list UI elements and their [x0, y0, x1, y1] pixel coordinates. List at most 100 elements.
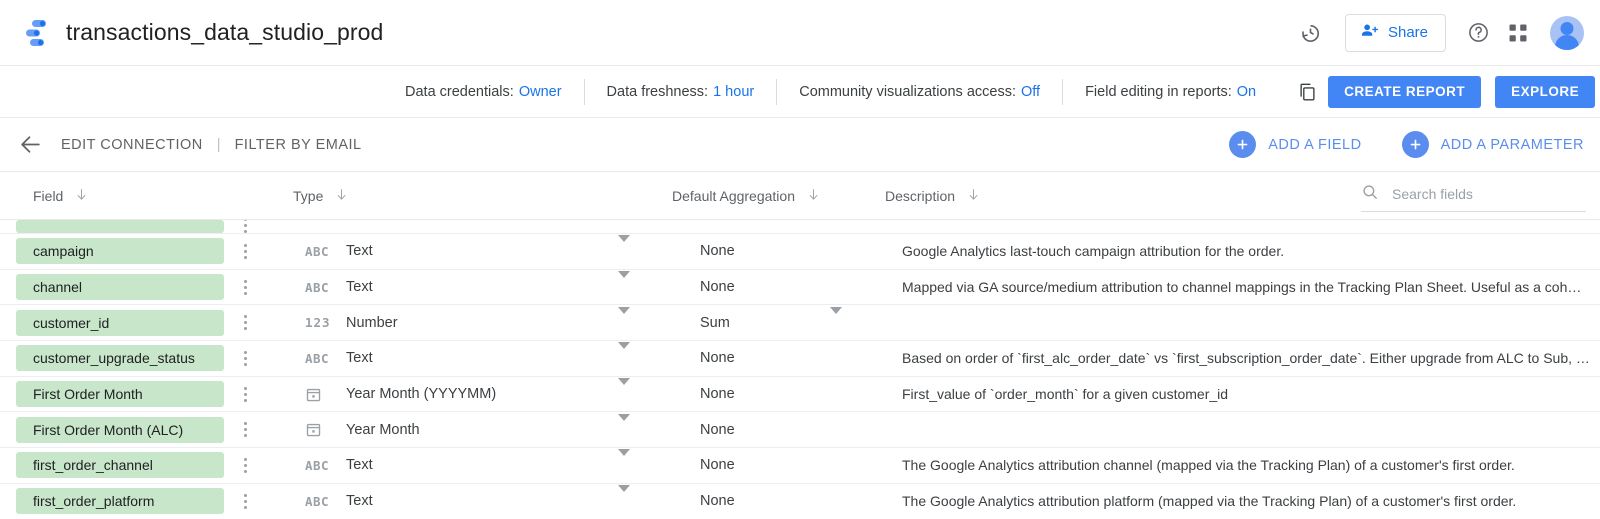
field-type-value[interactable]: Text — [346, 457, 373, 473]
back-arrow-icon[interactable] — [18, 132, 43, 157]
default-aggregation-value[interactable]: Sum — [700, 315, 730, 331]
sort-down-arrow-icon — [74, 187, 89, 205]
field-type-value[interactable]: Text — [346, 279, 373, 295]
abc-icon: ABC — [305, 494, 335, 509]
version-history-icon[interactable] — [1291, 13, 1331, 53]
create-report-button[interactable]: CREATE REPORT — [1328, 76, 1481, 108]
share-button[interactable]: Share — [1345, 14, 1446, 52]
search-fields-box[interactable] — [1361, 180, 1586, 212]
row-options-icon[interactable] — [236, 387, 254, 402]
table-row[interactable]: customer_id123NumberSum — [0, 305, 1600, 341]
table-row[interactable]: campaignABCTextNoneGoogle Analytics last… — [0, 234, 1600, 270]
table-row[interactable]: first_order_platform ABC Text None The Googl… — [0, 484, 1600, 519]
row-options-icon[interactable] — [236, 422, 254, 437]
default-aggregation-value[interactable]: None — [700, 422, 735, 438]
field-name-chip[interactable] — [16, 220, 224, 233]
page-title[interactable]: transactions_data_studio_prod — [66, 19, 383, 46]
default-aggregation-value[interactable]: None — [700, 386, 735, 402]
field-description[interactable]: The Google Analytics attribution channel… — [902, 457, 1590, 473]
column-header-field[interactable]: Field — [33, 187, 89, 205]
field-type-value[interactable]: Text — [346, 243, 373, 259]
field-description[interactable]: First_value of `order_month` for a given… — [902, 386, 1590, 402]
field-name-chip[interactable]: channel — [16, 274, 224, 300]
field-type-dropdown-icon[interactable] — [618, 421, 630, 439]
field-name-chip[interactable]: first_order_channel — [16, 452, 224, 478]
row-options-icon[interactable] — [236, 351, 254, 366]
plus-icon — [1402, 131, 1429, 158]
data-freshness-item: Data freshness: 1 hour — [585, 84, 777, 100]
field-editing-value[interactable]: On — [1237, 84, 1256, 100]
field-name-chip[interactable]: first_order_platform — [16, 488, 224, 514]
field-type-dropdown-icon[interactable] — [618, 456, 630, 474]
field-name-chip[interactable]: First Order Month — [16, 381, 224, 407]
default-aggregation-value[interactable]: None — [700, 493, 735, 509]
table-row[interactable]: First Order Month Year Month (YYYYMM) None… — [0, 377, 1600, 413]
community-visualizations-item: Community visualizations access: Off — [777, 84, 1062, 100]
field-description[interactable]: Google Analytics last-touch campaign att… — [902, 243, 1590, 259]
default-aggregation-value[interactable]: None — [700, 350, 735, 366]
help-circle-icon[interactable] — [1458, 13, 1498, 53]
field-name-chip[interactable]: First Order Month (ALC) — [16, 417, 224, 443]
add-a-field-button[interactable]: ADD A FIELD — [1229, 131, 1361, 158]
table-row[interactable]: First Order Month (ALC) Year Month None — [0, 412, 1600, 448]
field-description[interactable]: Based on order of `first_alc_order_date`… — [902, 350, 1590, 366]
field-description[interactable]: The Google Analytics attribution platfor… — [902, 493, 1590, 509]
data-credentials-value[interactable]: Owner — [519, 84, 562, 100]
default-aggregation-value[interactable]: None — [700, 279, 735, 295]
field-name-chip[interactable]: customer_upgrade_status — [16, 345, 224, 371]
column-header-default-aggregation[interactable]: Default Aggregation — [672, 187, 821, 205]
apps-grid-icon[interactable] — [1498, 13, 1538, 53]
row-options-icon[interactable] — [236, 494, 254, 509]
column-header-default-aggregation-label: Default Aggregation — [672, 188, 795, 204]
avatar[interactable] — [1550, 16, 1584, 50]
field-editing-label: Field editing in reports: — [1085, 84, 1232, 100]
action-bar: EDIT CONNECTION | FILTER BY EMAIL ADD A … — [0, 118, 1600, 172]
field-name-chip[interactable]: customer_id — [16, 310, 224, 336]
column-header-field-label: Field — [33, 188, 63, 204]
field-editing-item: Field editing in reports: On — [1063, 84, 1278, 100]
default-aggregation-dropdown-icon[interactable] — [830, 314, 842, 332]
action-bar-separator: | — [217, 137, 221, 153]
table-row[interactable] — [0, 220, 1600, 234]
default-aggregation-value[interactable]: None — [700, 457, 735, 473]
default-aggregation-value[interactable]: None — [700, 243, 735, 259]
copy-icon[interactable] — [1296, 81, 1318, 103]
title-bar: transactions_data_studio_prod Share — [0, 0, 1600, 65]
community-visualizations-value[interactable]: Off — [1021, 84, 1040, 100]
field-type-dropdown-icon[interactable] — [618, 242, 630, 260]
data-freshness-label: Data freshness: — [607, 84, 709, 100]
data-freshness-value[interactable]: 1 hour — [713, 84, 754, 100]
row-options-icon[interactable] — [236, 458, 254, 473]
row-options-icon[interactable] — [236, 315, 254, 330]
add-a-parameter-button[interactable]: ADD A PARAMETER — [1402, 131, 1584, 158]
search-input[interactable] — [1392, 186, 1586, 202]
row-options-icon[interactable] — [236, 244, 254, 259]
table-row[interactable]: channelABCTextNoneMapped via GA source/m… — [0, 270, 1600, 306]
field-type-value[interactable]: Year Month — [346, 422, 420, 438]
calendar-icon — [305, 421, 335, 438]
column-header-type-label: Type — [293, 188, 323, 204]
field-type-dropdown-icon[interactable] — [618, 314, 630, 332]
sort-down-arrow-icon — [806, 187, 821, 205]
table-row[interactable]: customer_upgrade_statusABCTextNoneBased … — [0, 341, 1600, 377]
table-header-row: Field Type Default Aggregation — [0, 172, 1600, 220]
table-row[interactable]: first_order_channelABCTextNoneThe Google… — [0, 448, 1600, 484]
field-type-dropdown-icon[interactable] — [618, 349, 630, 367]
column-header-type[interactable]: Type — [293, 187, 349, 205]
row-options-icon[interactable] — [236, 280, 254, 295]
field-type-dropdown-icon[interactable] — [618, 492, 630, 510]
explore-button[interactable]: EXPLORE — [1495, 76, 1595, 108]
edit-connection-button[interactable]: EDIT CONNECTION — [61, 137, 203, 153]
field-type-value[interactable]: Text — [346, 493, 373, 509]
column-header-description[interactable]: Description — [885, 187, 981, 205]
field-type-value[interactable]: Text — [346, 350, 373, 366]
field-description[interactable]: Mapped via GA source/medium attribution … — [902, 279, 1590, 295]
filter-by-email-button[interactable]: FILTER BY EMAIL — [235, 137, 362, 153]
field-type-dropdown-icon[interactable] — [618, 385, 630, 403]
row-options-icon[interactable] — [236, 220, 254, 233]
field-type-dropdown-icon[interactable] — [618, 278, 630, 296]
plus-icon — [1229, 131, 1256, 158]
field-type-value[interactable]: Year Month (YYYYMM) — [346, 386, 496, 402]
field-name-chip[interactable]: campaign — [16, 238, 224, 264]
field-type-value[interactable]: Number — [346, 315, 398, 331]
